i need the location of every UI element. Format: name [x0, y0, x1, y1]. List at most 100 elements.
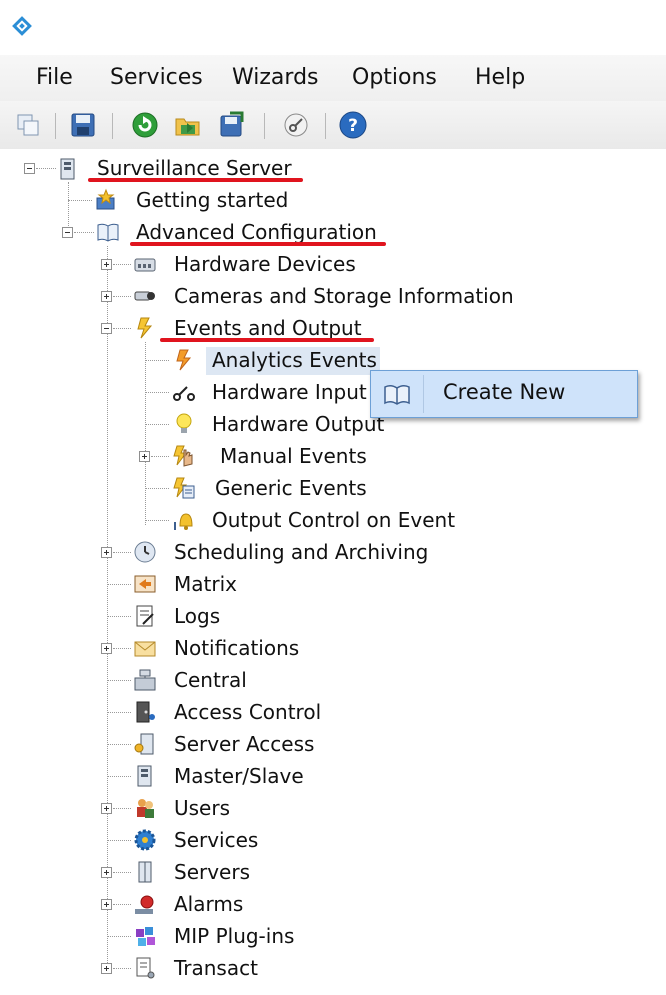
hardware-input-icon [173, 386, 195, 401]
copy-icon[interactable] [14, 110, 44, 140]
tree-connector [145, 360, 169, 361]
tree-connector [145, 342, 146, 525]
menu-file[interactable]: File [36, 65, 73, 90]
central-icon [134, 669, 156, 691]
tree-item-events-output[interactable]: Events and Output [174, 316, 362, 340]
tree-item-hardware-output[interactable]: Hardware Output [212, 412, 384, 436]
tree-connector [113, 296, 131, 297]
lightning-icon [137, 317, 153, 339]
tree-connector [113, 328, 131, 329]
tree-connector [107, 744, 131, 745]
toolbar-separator [112, 113, 113, 139]
tree-item-notifications[interactable]: Notifications [174, 636, 299, 660]
tree-item-transact[interactable]: Transact [174, 956, 258, 980]
tree-connector [107, 616, 131, 617]
envelope-icon [134, 641, 156, 657]
tree-connector [113, 648, 131, 649]
output-control-icon [174, 513, 193, 530]
collapse-toggle[interactable] [24, 163, 35, 174]
getting-started-icon [96, 188, 115, 210]
tree-connector [68, 200, 92, 201]
tree-connector [107, 246, 108, 969]
tree-item-matrix[interactable]: Matrix [174, 572, 237, 596]
book-icon [97, 223, 119, 242]
tree-connector [145, 488, 169, 489]
server-key-icon [134, 733, 154, 755]
expand-toggle[interactable] [139, 451, 150, 462]
create-new-menu-item[interactable]: Create New [443, 380, 565, 404]
tree-item-scheduling-archiving[interactable]: Scheduling and Archiving [174, 540, 428, 564]
tree-item-users[interactable]: Users [174, 796, 230, 820]
export-icon[interactable] [216, 110, 246, 140]
menu-options[interactable]: Options [352, 65, 437, 90]
svg-text:?: ? [348, 116, 358, 136]
clock-icon [134, 541, 156, 563]
puzzle-icon [136, 927, 155, 946]
tree-item-mip-plugins[interactable]: MIP Plug-ins [174, 924, 294, 948]
tree-item-cameras-storage[interactable]: Cameras and Storage Information [174, 284, 514, 308]
app-logo-icon [12, 16, 32, 36]
expand-toggle[interactable] [101, 803, 112, 814]
tree-item-alarms[interactable]: Alarms [174, 892, 243, 916]
menu-wizards[interactable]: Wizards [232, 65, 319, 90]
analytics-event-icon [176, 349, 192, 371]
expand-toggle[interactable] [101, 259, 112, 270]
title-bar [0, 0, 666, 55]
collapse-toggle[interactable] [101, 323, 112, 334]
tree-connector [107, 712, 131, 713]
expand-toggle[interactable] [101, 963, 112, 974]
tree-connector [145, 520, 169, 521]
tree-item-hardware-input[interactable]: Hardware Input [212, 380, 367, 404]
toolbar-separator [325, 113, 326, 139]
toolbar-separator [55, 113, 56, 139]
menu-help[interactable]: Help [475, 65, 525, 90]
tree-connector [145, 392, 169, 393]
tree-item-getting-started[interactable]: Getting started [136, 188, 288, 212]
tree-connector [151, 456, 169, 457]
receipt-icon [136, 957, 155, 979]
tree-item-manual-events[interactable]: Manual Events [220, 444, 367, 468]
highlight-underline [160, 338, 374, 342]
save-icon[interactable] [68, 110, 98, 140]
tree-connector [113, 904, 131, 905]
tree-connector [113, 264, 131, 265]
collapse-toggle[interactable] [62, 227, 73, 238]
expand-toggle[interactable] [101, 547, 112, 558]
expand-toggle[interactable] [101, 291, 112, 302]
tree-item-master-slave[interactable]: Master/Slave [174, 764, 304, 788]
tree-connector [107, 680, 131, 681]
toolbar: ? [0, 101, 666, 150]
context-menu-separator [423, 375, 424, 413]
tree-item-central[interactable]: Central [174, 668, 247, 692]
tree-item-server-access[interactable]: Server Access [174, 732, 314, 756]
expand-toggle[interactable] [101, 643, 112, 654]
expand-toggle[interactable] [101, 899, 112, 910]
open-folder-icon[interactable] [173, 110, 203, 140]
tree-item-analytics-events[interactable]: Analytics Events [212, 348, 377, 372]
highlight-underline [88, 178, 303, 182]
tree-item-output-control[interactable]: Output Control on Event [212, 508, 455, 532]
help-icon[interactable]: ? [338, 110, 368, 140]
tree-item-servers[interactable]: Servers [174, 860, 250, 884]
navigation-tree: Surveillance Server Getting started Adva… [0, 149, 666, 995]
tree-connector [113, 872, 131, 873]
light-bulb-icon [176, 413, 192, 433]
matrix-icon [134, 575, 156, 593]
tree-connector [36, 168, 56, 169]
key-icon[interactable] [281, 110, 311, 140]
menu-services[interactable]: Services [110, 65, 203, 90]
users-icon [137, 799, 154, 818]
tree-item-access-control[interactable]: Access Control [174, 700, 321, 724]
door-icon [136, 701, 155, 723]
logs-icon [136, 605, 154, 627]
tree-connector [107, 936, 131, 937]
tree-connector [113, 968, 131, 969]
tree-item-surveillance-server[interactable]: Surveillance Server [97, 156, 292, 180]
tree-item-logs[interactable]: Logs [174, 604, 220, 628]
expand-toggle[interactable] [101, 867, 112, 878]
tree-item-services[interactable]: Services [174, 828, 258, 852]
tree-item-generic-events[interactable]: Generic Events [215, 476, 367, 500]
tree-item-hardware-devices[interactable]: Hardware Devices [174, 252, 356, 276]
tree-item-advanced-configuration[interactable]: Advanced Configuration [136, 220, 377, 244]
refresh-icon[interactable] [130, 110, 160, 140]
